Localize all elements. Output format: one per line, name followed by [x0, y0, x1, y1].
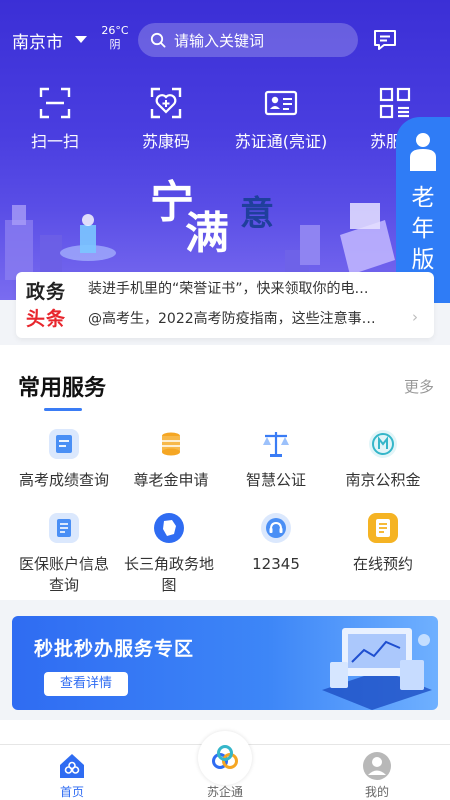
health-code-icon — [150, 87, 182, 119]
weather-temp: 26°C — [101, 24, 129, 37]
service-elder-subsidy[interactable]: 尊老金申请 — [114, 428, 228, 491]
gov-headlines-card[interactable]: 政务 头条 装进手机里的“荣誉证书”，快来领取你的电… @高考生，2022高考防… — [16, 272, 434, 338]
appointment-icon — [368, 513, 398, 543]
service-label: 在线预约 — [352, 555, 413, 573]
service-online-appointment[interactable]: 在线预约 — [326, 512, 440, 575]
banner-text-2: 满 — [185, 208, 229, 259]
common-services-section: 常用服务 更多 高考成绩查询 尊老金申请 智慧公证 南京公积金 医保账户信息 查… — [0, 345, 450, 600]
tab-label: 苏企通 — [206, 785, 243, 799]
tab-label: 首页 — [59, 785, 84, 799]
title-underline — [44, 408, 82, 411]
top-bar: 南京市 26°C 阴 请输入关键词 — [0, 0, 450, 80]
headline-item[interactable]: 装进手机里的“荣誉证书”，快来领取你的电… — [88, 278, 406, 298]
exam-score-icon — [49, 429, 79, 459]
promo-title: 秒批秒办服务专区 — [34, 638, 195, 660]
quick-action-label: 苏康码 — [141, 132, 190, 151]
service-label: 高考成绩查询 — [18, 471, 109, 489]
scan-icon — [39, 87, 71, 119]
satisfaction-banner[interactable]: 宁 满 意 — [0, 165, 400, 280]
coins-icon — [162, 432, 180, 456]
id-card-icon — [264, 90, 298, 116]
service-label: 尊老金申请 — [133, 471, 209, 489]
service-label: 长三角政务地 图 — [123, 555, 214, 594]
elder-mode-label: 老 年 版 — [411, 185, 435, 273]
service-label: 医保账户信息 查询 — [18, 555, 109, 594]
quick-action-label: 扫一扫 — [30, 132, 79, 151]
headlines-logo-bottom: 头条 — [26, 308, 67, 330]
headline-item[interactable]: @高考生，2022高考防疫指南，这些注意事… — [88, 308, 406, 328]
tab-label: 我的 — [364, 785, 389, 799]
search-placeholder: 请输入关键词 — [174, 32, 265, 50]
quick-action-id-card[interactable]: 苏证通(亮证) — [226, 80, 336, 152]
service-exam-score[interactable]: 高考成绩查询 — [7, 428, 121, 491]
grid-icon — [379, 87, 411, 119]
tab-home[interactable]: 首页 — [22, 745, 122, 800]
service-housing-fund[interactable]: 南京公积金 — [326, 428, 440, 491]
service-notary[interactable]: 智慧公证 — [219, 428, 333, 491]
search-icon — [150, 32, 166, 48]
service-yangtze-map[interactable]: 长三角政务地 图 — [112, 512, 226, 596]
more-link[interactable]: 更多 — [404, 376, 434, 397]
chevron-down-icon[interactable] — [75, 36, 87, 43]
home-icon — [60, 754, 84, 778]
tab-enterprise[interactable]: 苏企通 — [175, 745, 275, 800]
hero-header: 南京市 26°C 阴 请输入关键词 扫一扫 苏康码 苏证通(亮证) 苏服 宁 满… — [0, 0, 450, 300]
chevron-right-icon[interactable]: › — [412, 308, 418, 326]
weather-desc: 阴 — [109, 38, 121, 51]
hotline-icon — [261, 513, 291, 543]
map-icon — [154, 513, 184, 543]
weather-widget: 26°C 阴 — [100, 24, 130, 52]
banner-text-3: 意 — [240, 194, 274, 234]
elder-person-icon — [410, 133, 436, 171]
headlines-logo-top: 政务 — [26, 281, 67, 303]
quick-action-label: 苏证通(亮证) — [234, 132, 328, 151]
user-icon — [363, 752, 391, 780]
bottom-tab-bar: 首页 苏企通 我的 — [0, 731, 450, 800]
service-label: 南京公积金 — [345, 471, 421, 489]
service-label: 智慧公证 — [245, 471, 306, 489]
search-input[interactable]: 请输入关键词 — [138, 23, 358, 57]
message-icon[interactable] — [372, 28, 398, 52]
tab-mine[interactable]: 我的 — [327, 745, 427, 800]
quick-action-scan[interactable]: 扫一扫 — [0, 80, 110, 152]
scales-icon — [263, 432, 289, 457]
city-selector[interactable]: 南京市 — [12, 28, 63, 53]
service-medical-account[interactable]: 医保账户信息 查询 — [7, 512, 121, 596]
medical-card-icon — [49, 513, 79, 543]
service-label: 12345 — [252, 555, 300, 573]
quick-actions: 扫一扫 苏康码 苏证通(亮证) 苏服 — [0, 80, 450, 160]
dashboard-illustration — [322, 628, 432, 710]
section-title: 常用服务 — [18, 376, 107, 401]
instant-approval-banner[interactable]: 秒批秒办服务专区 查看详情 — [12, 616, 438, 710]
fund-icon — [369, 430, 397, 458]
view-details-button[interactable]: 查看详情 — [44, 672, 128, 696]
service-hotline[interactable]: 12345 — [219, 512, 333, 575]
quick-action-health-code[interactable]: 苏康码 — [111, 80, 221, 152]
